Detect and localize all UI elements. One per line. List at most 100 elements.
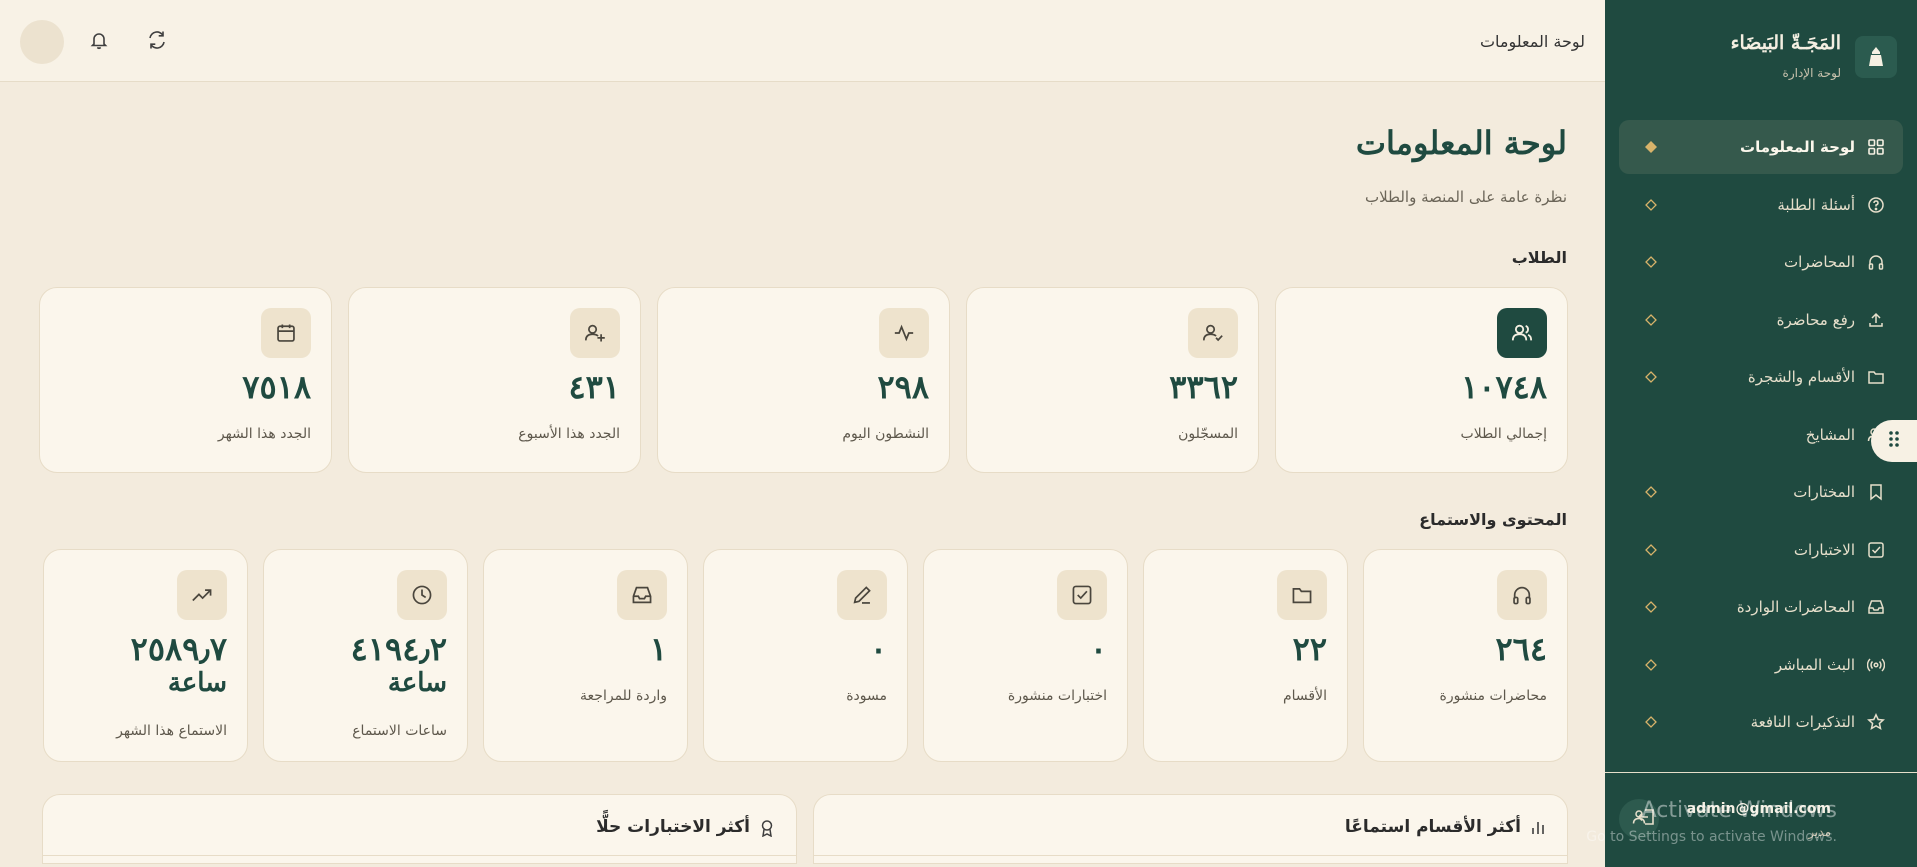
- sidebar-item-live-broadcast[interactable]: البث المباشر: [1619, 638, 1903, 692]
- diamond-icon: [1645, 543, 1657, 556]
- sidebar-item-selections[interactable]: المختارات: [1619, 465, 1903, 519]
- bar-chart-icon: [1527, 817, 1549, 839]
- stat-card-incoming-review: ١ واردة للمراجعة: [483, 549, 688, 762]
- notifications-button[interactable]: [86, 29, 112, 55]
- folder-icon: [1865, 366, 1887, 388]
- stat-label: الأقسام: [1283, 688, 1327, 704]
- stat-unit: ساعة: [167, 668, 227, 698]
- stat-value: ٢٩٨: [877, 368, 929, 406]
- stat-label: مسودة: [846, 688, 887, 704]
- stat-label: الجدد هذا الأسبوع: [518, 426, 620, 442]
- award-icon: [756, 817, 778, 839]
- stat-card-published-quizzes: ٠ اختبارات منشورة: [923, 549, 1128, 762]
- diamond-icon: [1645, 486, 1657, 498]
- diamond-icon: [1645, 198, 1657, 211]
- sidebar-item-label: لوحة المعلومات: [1740, 138, 1855, 156]
- trending-up-icon: [177, 570, 227, 620]
- sidebar-item-label: التذكيرات النافعة: [1750, 713, 1855, 731]
- stat-value: ٢٥٨٩٫٧: [130, 630, 227, 668]
- logout-button[interactable]: [1635, 807, 1659, 831]
- refresh-button[interactable]: [144, 29, 170, 55]
- panel-top-quizzes: أكثر الاختبارات حلًّا: [42, 794, 797, 864]
- broadcast-icon: [1865, 654, 1887, 676]
- stat-card-drafts: ٠ مسودة: [703, 549, 908, 762]
- stat-label: اختبارات منشورة: [1007, 688, 1107, 704]
- stat-card-new-this-month: ٧٥١٨ الجدد هذا الشهر: [39, 287, 332, 473]
- topbar-title: لوحة المعلومات: [1479, 32, 1585, 51]
- sidebar-item-reminders[interactable]: التذكيرات النافعة: [1619, 695, 1903, 749]
- stat-value: ١: [649, 630, 667, 668]
- stat-value: ٣٣٦٢: [1169, 368, 1238, 406]
- users-icon: [1497, 308, 1547, 358]
- sidebar-item-sections-tree[interactable]: الأقسام والشجرة: [1619, 350, 1903, 404]
- sidebar-item-label: البث المباشر: [1774, 655, 1855, 674]
- stat-value: ٠: [869, 630, 887, 668]
- stat-value: ٤٣١: [568, 368, 620, 406]
- stat-label: الاستماع هذا الشهر: [116, 723, 227, 739]
- avatar[interactable]: [20, 20, 64, 64]
- user-email: admin@gmail.com: [1686, 801, 1831, 817]
- sidebar-nav: لوحة المعلومات أسئلة الطلبة المحاضرات رف…: [1619, 120, 1903, 753]
- checkbox-icon: [1057, 570, 1107, 620]
- sidebar-item-label: رفع محاضرة: [1776, 310, 1855, 329]
- sidebar-item-label: الاختبارات: [1793, 540, 1855, 559]
- stat-label: ساعات الاستماع: [352, 723, 447, 739]
- sidebar-item-upload-lecture[interactable]: رفع محاضرة: [1619, 293, 1903, 347]
- user-check-icon: [1188, 308, 1238, 358]
- stat-label: إجمالي الطلاب: [1460, 426, 1547, 442]
- sidebar-item-label: المحاضرات الواردة: [1736, 598, 1855, 616]
- stat-card-sections: ٢٢ الأقسام: [1143, 549, 1348, 762]
- sidebar-footer: admin@gmail.com مدير Activate Windows Go…: [1586, 772, 1917, 867]
- question-circle-icon: [1865, 194, 1887, 216]
- diamond-icon: [1645, 601, 1657, 613]
- sidebar-item-label: أسئلة الطلبة: [1777, 195, 1855, 214]
- panel-top-sections: أكثر الأقسام استماعًا: [813, 794, 1568, 864]
- stat-label: محاضرات منشورة: [1439, 688, 1547, 704]
- sidebar-item-label: المشايخ: [1805, 425, 1855, 444]
- stat-card-published-lectures: ٢٦٤ محاضرات منشورة: [1363, 549, 1568, 762]
- sidebar-item-dashboard[interactable]: لوحة المعلومات: [1619, 120, 1903, 174]
- topbar: لوحة المعلومات: [0, 0, 1605, 82]
- brand: المَجَـةّ البَيضَاء لوحة الإدارة: [1625, 22, 1897, 82]
- stat-card-active-today: ٢٩٨ النشطون اليوم: [657, 287, 950, 473]
- stat-label: النشطون اليوم: [842, 426, 929, 442]
- stat-card-new-this-week: ٤٣١ الجدد هذا الأسبوع: [348, 287, 641, 473]
- activity-icon: [879, 308, 929, 358]
- stat-value: ٤١٩٤٫٢: [350, 630, 447, 668]
- refresh-icon: [146, 29, 168, 55]
- stat-value: ٢٦٤: [1495, 630, 1547, 668]
- sidebar-item-label: الأقسام والشجرة: [1747, 368, 1855, 386]
- user-role: مدير: [1808, 825, 1831, 839]
- calendar-icon: [261, 308, 311, 358]
- main-content: لوحة المعلومات نظرة عامة على المنصة والط…: [0, 82, 1605, 867]
- drag-handle[interactable]: [1871, 420, 1917, 462]
- star-icon: [1865, 711, 1887, 733]
- bell-icon: [89, 30, 109, 54]
- section-title-students: الطلاب: [1511, 248, 1567, 267]
- inbox-icon: [1865, 596, 1887, 618]
- page-title: لوحة المعلومات: [1355, 124, 1567, 162]
- divider: [814, 855, 1567, 856]
- section-title-content: المحتوى والاستماع: [1419, 510, 1567, 529]
- stat-value: ١٠٧٤٨: [1461, 368, 1547, 406]
- sidebar-item-label: المختارات: [1793, 483, 1855, 501]
- brand-logo: [1855, 36, 1897, 78]
- bookmark-icon: [1865, 481, 1887, 503]
- diamond-icon: [1645, 256, 1657, 268]
- diamond-icon: [1645, 141, 1657, 153]
- stat-value: ٢٢: [1292, 630, 1327, 668]
- diamond-icon: [1645, 371, 1657, 383]
- brand-title: المَجَـةّ البَيضَاء: [1730, 32, 1841, 54]
- stat-card-registered: ٣٣٦٢ المسجّلون: [966, 287, 1259, 473]
- panel-title: أكثر الاختبارات حلًّا: [596, 817, 750, 837]
- user-plus-icon: [570, 308, 620, 358]
- sidebar-item-incoming-lectures[interactable]: المحاضرات الواردة: [1619, 580, 1903, 634]
- sidebar-item-lectures[interactable]: المحاضرات: [1619, 235, 1903, 289]
- sidebar-item-student-questions[interactable]: أسئلة الطلبة: [1619, 178, 1903, 232]
- sidebar-item-sheikhs[interactable]: المشايخ: [1619, 408, 1903, 462]
- sidebar-item-quizzes[interactable]: الاختبارات: [1619, 523, 1903, 577]
- stat-card-total-students: ١٠٧٤٨ إجمالي الطلاب: [1275, 287, 1568, 473]
- divider: [43, 855, 796, 856]
- panel-title: أكثر الأقسام استماعًا: [1344, 817, 1521, 837]
- stat-label: المسجّلون: [1178, 426, 1238, 442]
